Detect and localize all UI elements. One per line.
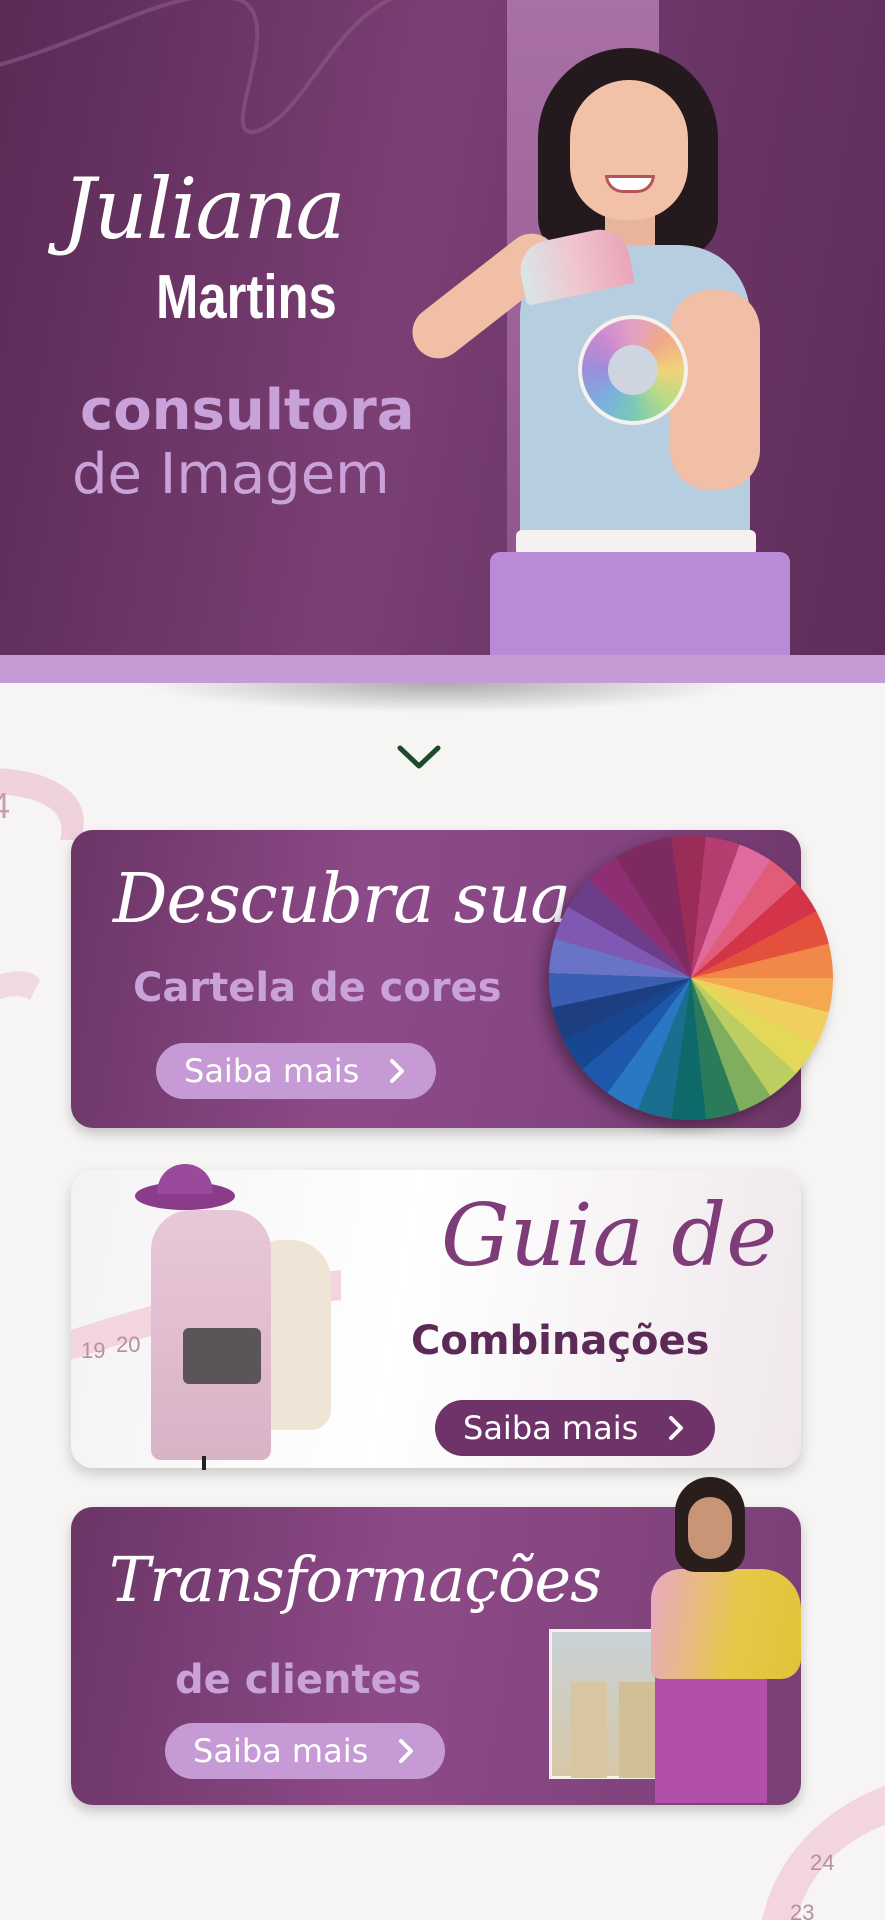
- chevron-right-icon: [390, 1059, 404, 1083]
- hero-banner: Juliana Martins consultora de Imagem: [0, 0, 885, 655]
- card-script-title: Descubra sua: [113, 860, 571, 939]
- saiba-mais-button[interactable]: Saiba mais: [165, 1723, 445, 1779]
- saiba-mais-button[interactable]: Saiba mais: [435, 1400, 715, 1456]
- color-wheel-icon: [549, 836, 833, 1120]
- hero-role-line2: de Imagem: [72, 442, 390, 507]
- svg-text:24: 24: [810, 1850, 834, 1875]
- card-combination-guide[interactable]: 19 20 Guia de Combinações Saiba mais: [71, 1164, 801, 1470]
- chevron-down-icon[interactable]: [396, 742, 442, 772]
- svg-text:24: 24: [0, 785, 10, 826]
- hero-first-name: Juliana: [62, 160, 346, 258]
- card-script-title: Guia de: [441, 1186, 778, 1286]
- button-label: Saiba mais: [184, 1052, 360, 1090]
- card-subtitle: Cartela de cores: [133, 965, 502, 1011]
- chevron-right-icon: [669, 1416, 683, 1440]
- hero-bottom-bar: [0, 655, 885, 683]
- consultant-photo: [402, 40, 810, 655]
- handbag: [183, 1328, 261, 1384]
- button-label: Saiba mais: [463, 1409, 639, 1447]
- saiba-mais-button[interactable]: Saiba mais: [156, 1043, 436, 1099]
- hat-icon: [135, 1164, 235, 1210]
- measuring-tape-icon: 24 23: [761, 1785, 885, 1920]
- card-client-transformations[interactable]: Transformações de clientes Saiba mais: [71, 1477, 801, 1805]
- chevron-right-icon: [399, 1739, 413, 1763]
- decorative-swirl: [0, 0, 393, 135]
- card-subtitle: de clientes: [175, 1657, 422, 1703]
- hero-last-name: Martins: [156, 263, 337, 332]
- card-script-title: Transformações: [109, 1543, 602, 1616]
- svg-text:23: 23: [790, 1900, 814, 1920]
- svg-text:19: 19: [81, 1338, 105, 1363]
- hero-role-line1: consultora: [80, 378, 415, 443]
- button-label: Saiba mais: [193, 1732, 369, 1770]
- card-subtitle: Combinações: [411, 1318, 710, 1364]
- svg-text:20: 20: [116, 1332, 140, 1357]
- hero-shadow: [140, 683, 740, 713]
- card-color-palette[interactable]: Descubra sua Cartela de cores Saiba mais: [71, 830, 833, 1128]
